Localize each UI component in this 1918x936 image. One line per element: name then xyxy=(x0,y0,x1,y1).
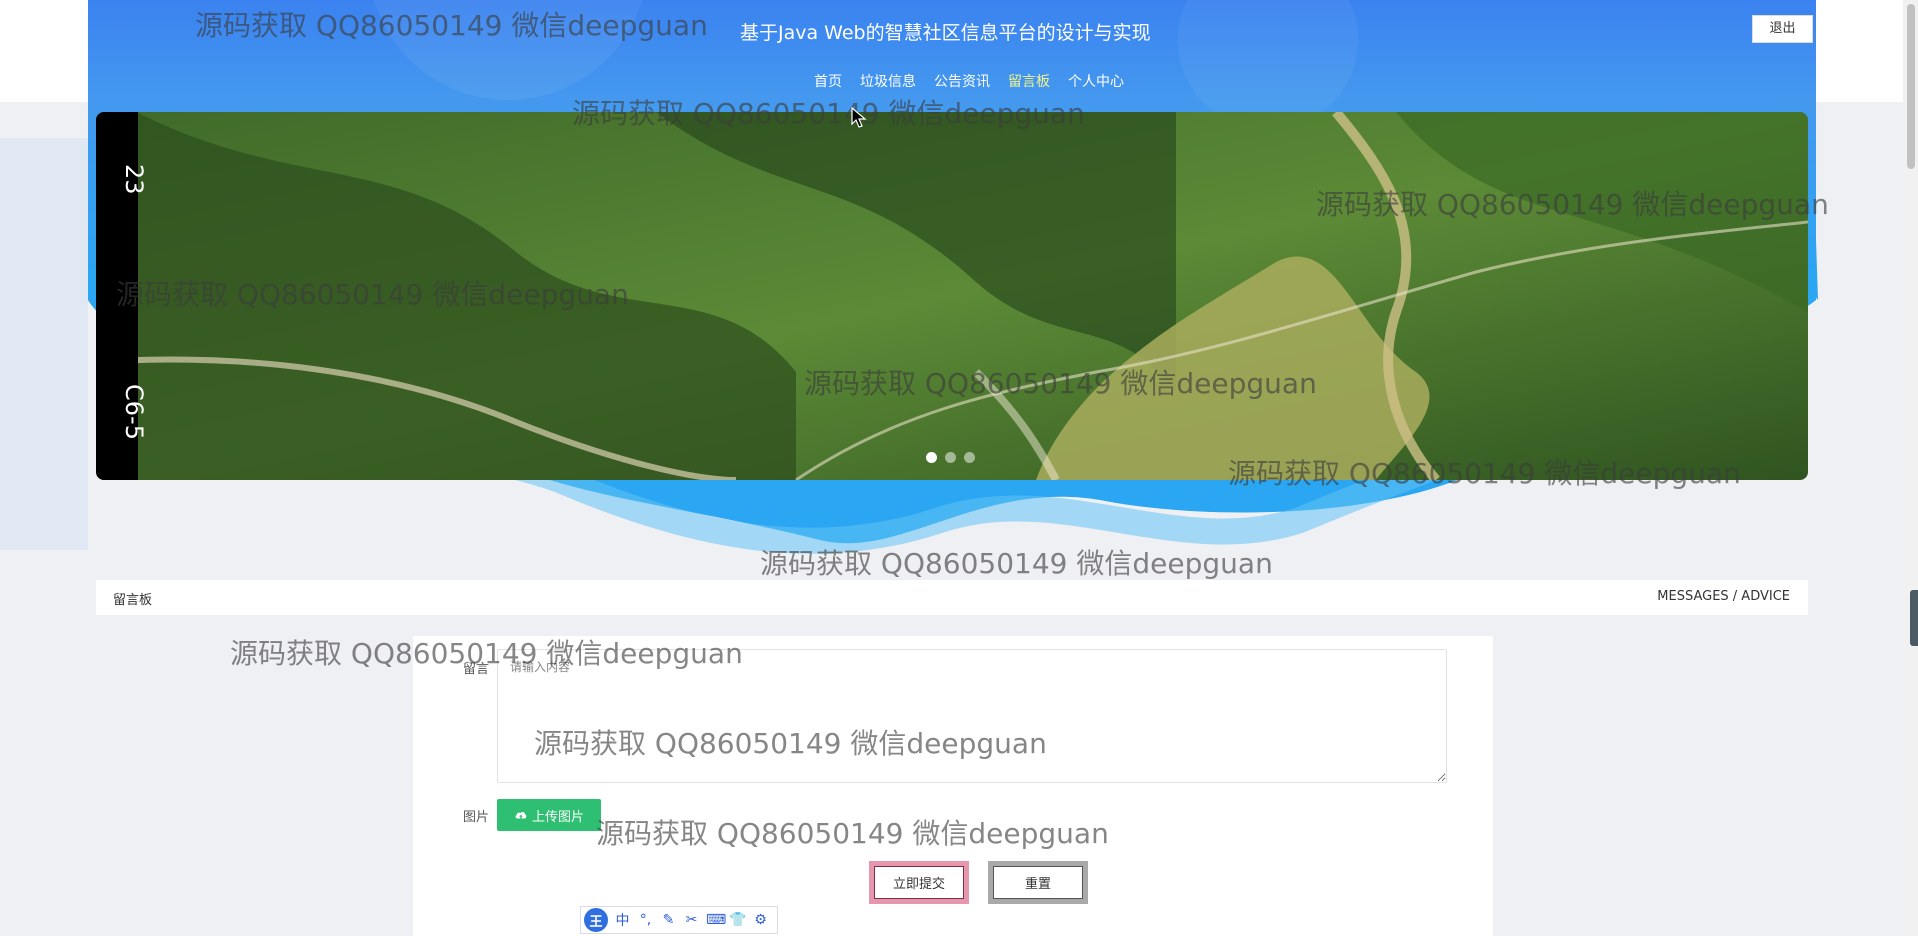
section-subtitle: MESSAGES / ADVICE xyxy=(1657,589,1790,604)
film-edge-label-top: 23 xyxy=(120,164,148,195)
keyboard-icon[interactable]: ⌨ xyxy=(706,912,726,928)
ime-toolbar: 王 中 °, ✎ ✂ ⌨ 👕 ⚙ xyxy=(580,906,778,934)
section-title-bar: 留言板 MESSAGES / ADVICE xyxy=(96,580,1808,615)
reset-button[interactable]: 重置 xyxy=(988,861,1088,904)
banner-carousel[interactable]: 23 C6-5 xyxy=(96,112,1808,480)
nav-item-garbage-info[interactable]: 垃圾信息 xyxy=(860,71,916,91)
upload-button-label: 上传图片 xyxy=(531,809,584,825)
left-side-panel xyxy=(0,138,88,550)
message-label: 留言 xyxy=(463,662,490,677)
logout-button[interactable]: 退出 xyxy=(1752,15,1813,43)
settings-gear-icon[interactable]: ⚙ xyxy=(752,912,769,928)
cloud-upload-icon xyxy=(515,812,527,819)
scissors-icon[interactable]: ✂ xyxy=(683,912,700,928)
site-title: 基于Java Web的智慧社区信息平台的设计与实现 xyxy=(740,22,1151,44)
message-form: 留言 图片 上传图片 立即提交 重置 xyxy=(413,636,1493,936)
page-scrollbar[interactable] xyxy=(1903,0,1918,936)
section-title: 留言板 xyxy=(113,593,153,608)
aerial-landscape-image: 23 C6-5 xyxy=(96,112,1808,480)
upload-image-button[interactable]: 上传图片 xyxy=(497,799,601,831)
ime-mode-toggle[interactable]: 中 xyxy=(614,910,631,930)
watermark-text: 源码获取 QQ86050149 微信deepguan xyxy=(760,547,1273,580)
reset-button-label: 重置 xyxy=(1024,877,1051,892)
ime-logo-icon[interactable]: 王 xyxy=(584,908,608,932)
carousel-dot-1[interactable] xyxy=(926,452,937,463)
nav-item-personal-center[interactable]: 个人中心 xyxy=(1068,71,1124,91)
scrollbar-thumb[interactable] xyxy=(1907,4,1915,169)
nav-item-announcements[interactable]: 公告资讯 xyxy=(934,71,990,91)
carousel-dot-2[interactable] xyxy=(945,452,956,463)
side-floating-widget[interactable] xyxy=(1910,590,1918,646)
carousel-indicators xyxy=(926,452,975,463)
skin-shirt-icon[interactable]: 👕 xyxy=(729,912,746,928)
nav-item-home[interactable]: 首页 xyxy=(814,71,842,91)
image-label: 图片 xyxy=(463,810,490,825)
film-edge-label-bottom: C6-5 xyxy=(120,384,148,440)
handwriting-pen-icon[interactable]: ✎ xyxy=(660,912,677,928)
submit-button-label: 立即提交 xyxy=(892,877,945,892)
message-textarea[interactable] xyxy=(497,649,1447,783)
carousel-dot-3[interactable] xyxy=(964,452,975,463)
main-nav: 首页 垃圾信息 公告资讯 留言板 个人中心 xyxy=(0,71,1918,91)
punctuation-icon[interactable]: °, xyxy=(637,912,654,928)
nav-item-message-board[interactable]: 留言板 xyxy=(1008,71,1050,91)
submit-button[interactable]: 立即提交 xyxy=(869,861,969,904)
